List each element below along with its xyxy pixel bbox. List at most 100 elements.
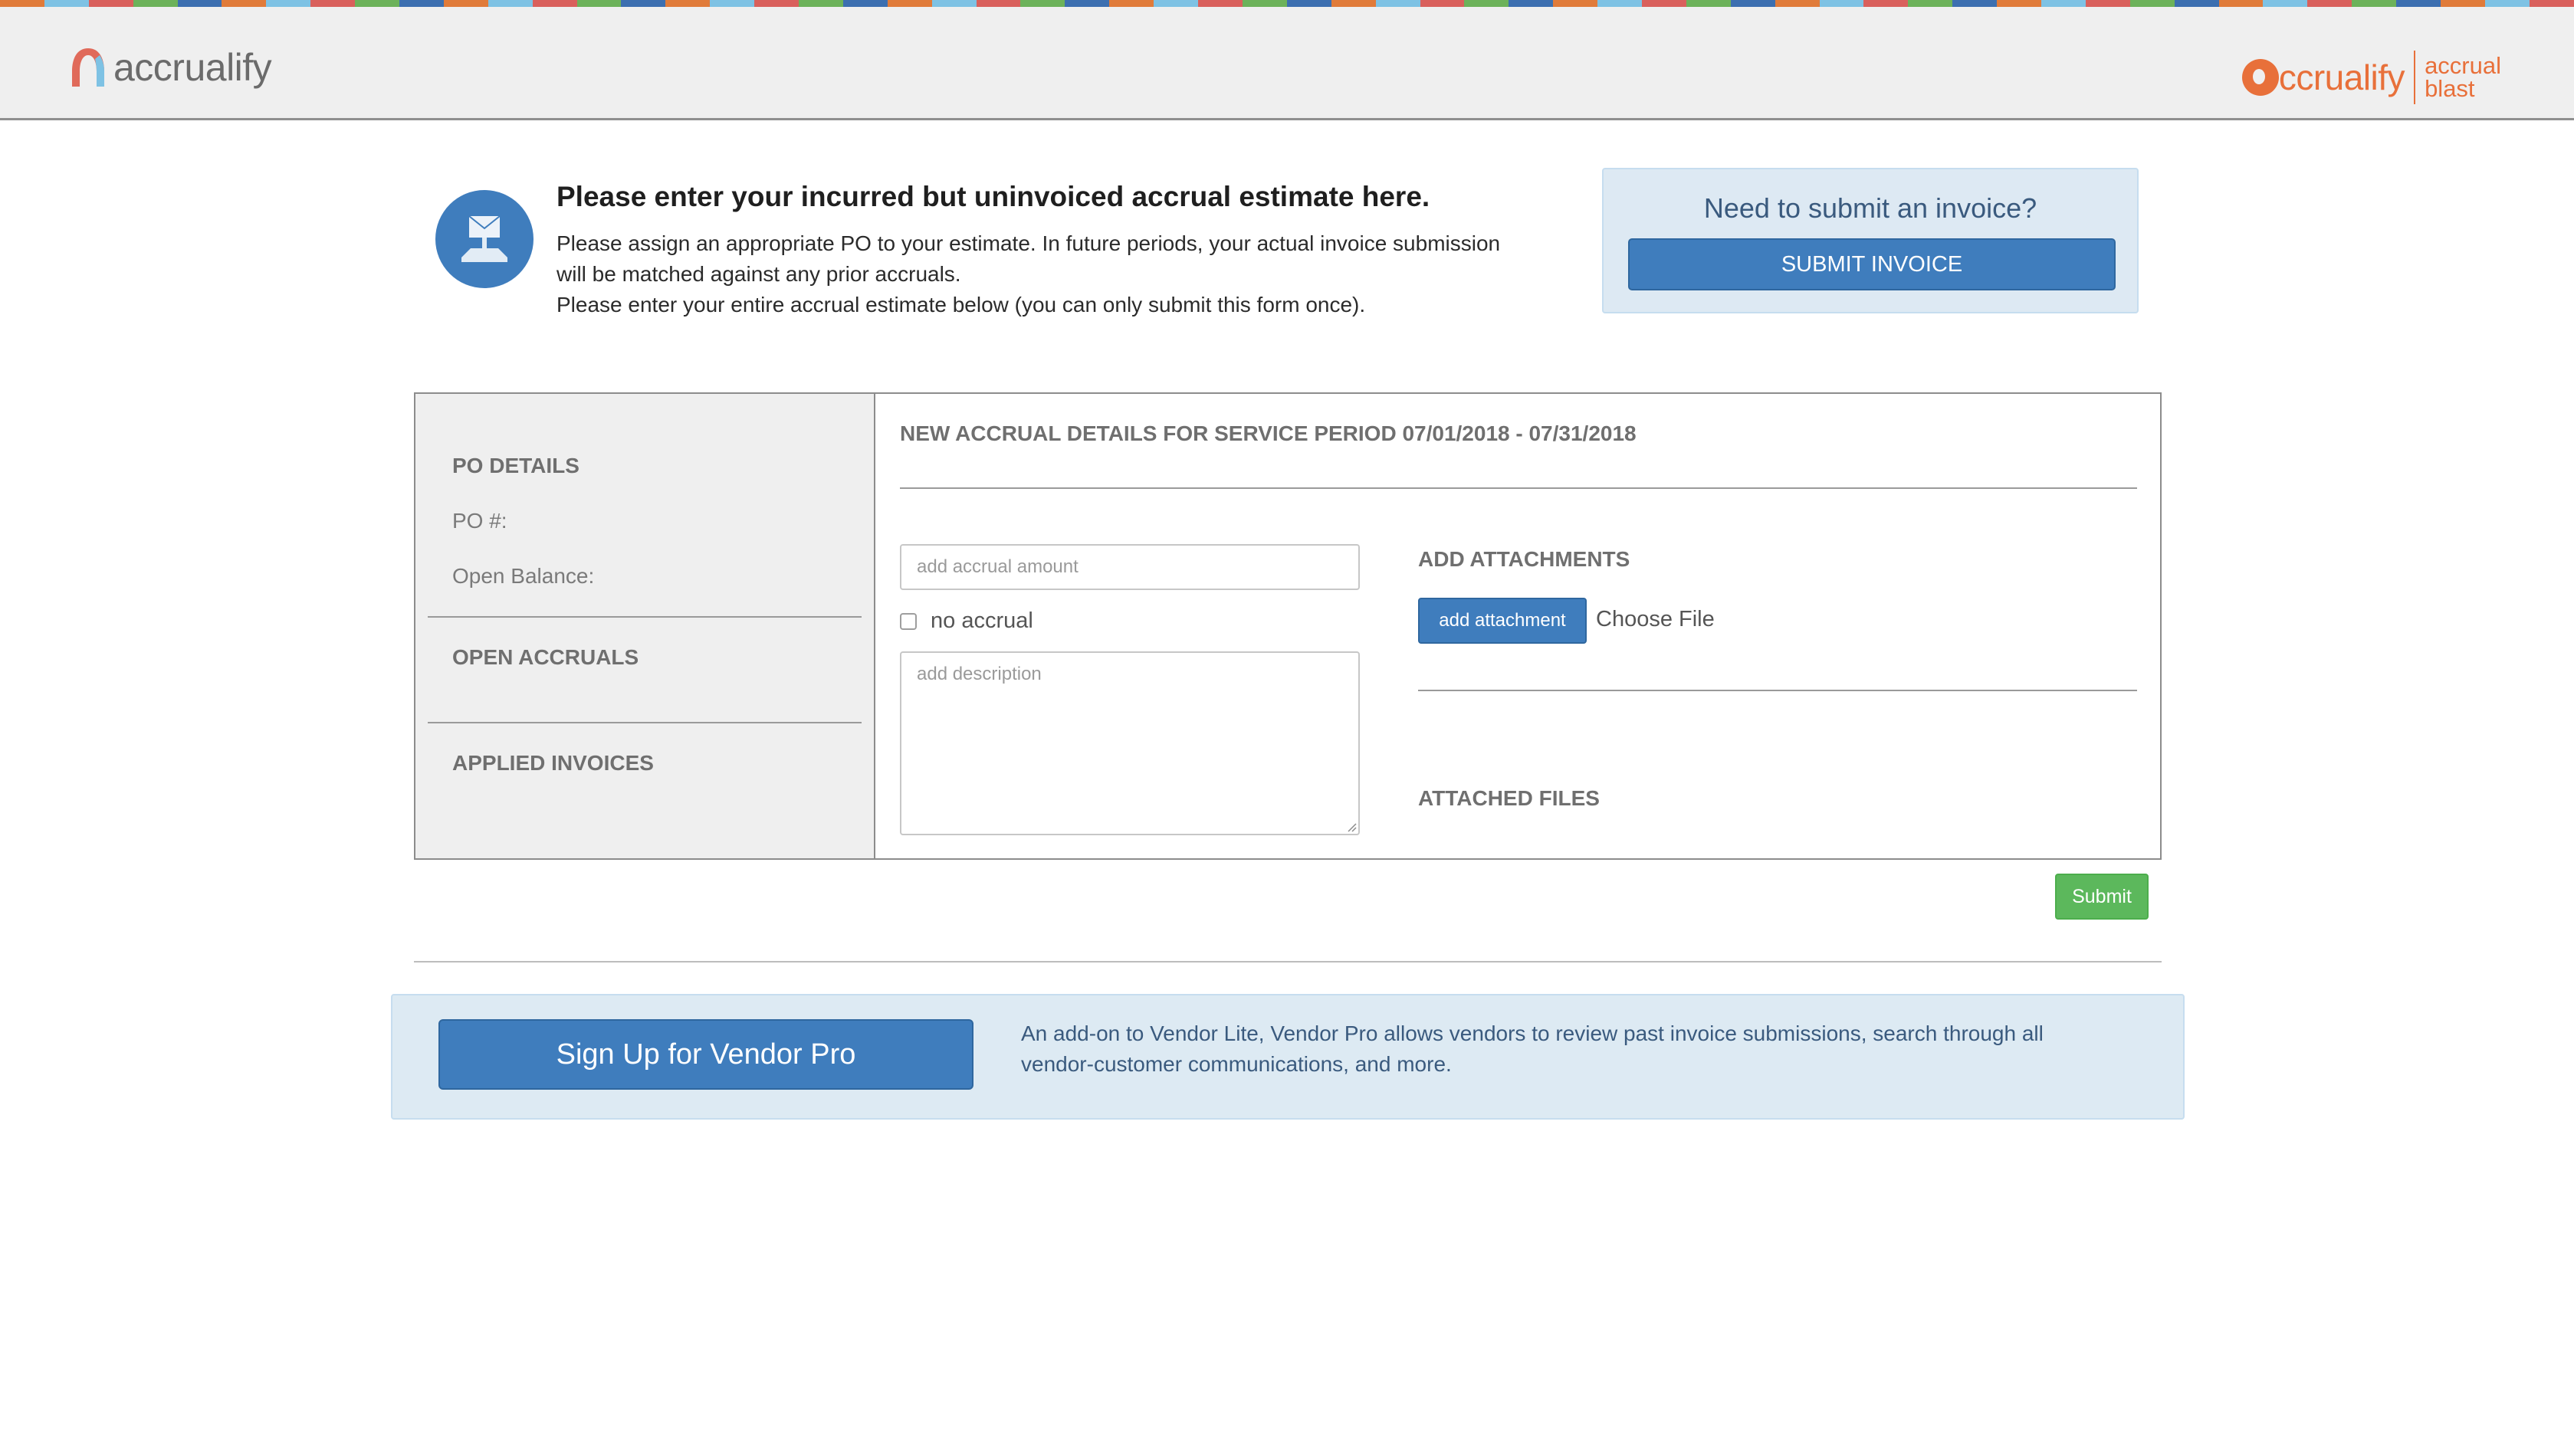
stripe-segment [1020, 0, 1065, 7]
accrualify-logo[interactable]: accrualify [67, 42, 272, 93]
stripe-segment [2529, 0, 2574, 7]
brand-divider [2414, 51, 2416, 104]
po-sidebar: PO DETAILS PO #: Open Balance: OPEN ACCR… [415, 394, 875, 858]
stripe-segment [1686, 0, 1731, 7]
stripe-segment [2218, 0, 2264, 7]
stripe-segment [2129, 0, 2175, 7]
divider [428, 616, 862, 618]
stripe-segment [1154, 0, 1199, 7]
stripe-segment [266, 0, 311, 7]
divider [414, 961, 2162, 962]
stripe-segment [44, 0, 89, 7]
stripe-segment [1730, 0, 1775, 7]
stripe-segment [2307, 0, 2352, 7]
submit-button[interactable]: Submit [2055, 874, 2149, 920]
accrual-blast-logo: ccrualify accrual blast [2241, 47, 2501, 108]
stripe-segment [1375, 0, 1420, 7]
promo-text-line: An add-on to Vendor Lite, Vendor Pro all… [1021, 1021, 2044, 1045]
stripe-segment [222, 0, 267, 7]
applied-invoices-heading: APPLIED INVOICES [452, 751, 654, 775]
stripe-segment [1464, 0, 1509, 7]
divider [900, 487, 2137, 489]
stripe-segment [532, 0, 577, 7]
stripe-segment [399, 0, 444, 7]
stripe-segment [1509, 0, 1554, 7]
description-textarea[interactable] [900, 651, 1360, 835]
intro-text-line: Please assign an appropriate PO to your … [556, 231, 1501, 255]
product-name: accrual blast [2425, 54, 2501, 100]
no-accrual-checkbox[interactable] [900, 612, 917, 630]
no-accrual-option[interactable]: no accrual [900, 608, 1033, 634]
envelope-upload-icon [435, 190, 534, 288]
stripe-segment [2040, 0, 2086, 7]
stripe-segment [0, 0, 44, 7]
service-period-heading: NEW ACCRUAL DETAILS FOR SERVICE PERIOD 0… [900, 421, 1637, 445]
stripe-segment [443, 0, 488, 7]
add-attachment-button[interactable]: add attachment [1418, 598, 1587, 644]
stripe-segment [799, 0, 843, 7]
stripe-segment [1863, 0, 1909, 7]
stripe-segment [1775, 0, 1820, 7]
header-bar: accrualify ccrualify accrual blast [0, 7, 2574, 120]
stripe-segment [1198, 0, 1243, 7]
accrual-amount-input[interactable] [900, 544, 1360, 590]
vendor-pro-promo: Sign Up for Vendor Pro An add-on to Vend… [391, 994, 2185, 1120]
stripe-segment [1420, 0, 1465, 7]
stripe-segment [1819, 0, 1864, 7]
stripe-segment [1997, 0, 2041, 7]
stripe-segment [842, 0, 888, 7]
open-accruals-heading: OPEN ACCRUALS [452, 645, 639, 669]
no-accrual-label: no accrual [931, 608, 1033, 633]
stripe-segment [2440, 0, 2485, 7]
intro-text-line: will be matched against any prior accrua… [556, 262, 961, 286]
stripe-segment [1553, 0, 1598, 7]
stripe-segment [976, 0, 1021, 7]
stripe-segment [621, 0, 666, 7]
promo-text-line: vendor-customer communications, and more… [1021, 1052, 1452, 1076]
stripe-segment [1952, 0, 1998, 7]
submit-invoice-panel: Need to submit an invoice? SUBMIT INVOIC… [1602, 168, 2139, 313]
accrual-details-section: NEW ACCRUAL DETAILS FOR SERVICE PERIOD 0… [875, 394, 2160, 858]
stripe-segment [1641, 0, 1686, 7]
stripe-segment [710, 0, 755, 7]
brand-name-left: accrualify [113, 46, 272, 89]
stripe-segment [2174, 0, 2219, 7]
attached-files-heading: ATTACHED FILES [1418, 786, 1600, 810]
stripe-segment [1109, 0, 1154, 7]
choose-file-label[interactable]: Choose File [1596, 607, 1715, 632]
stripe-segment [488, 0, 533, 7]
sign-up-vendor-pro-button[interactable]: Sign Up for Vendor Pro [438, 1019, 973, 1090]
accrual-form-panel: PO DETAILS PO #: Open Balance: OPEN ACCR… [414, 392, 2162, 860]
stripe-segment [2352, 0, 2397, 7]
open-balance-label: Open Balance: [452, 564, 595, 588]
stripe-segment [177, 0, 222, 7]
add-attachments-heading: ADD ATTACHMENTS [1418, 547, 1630, 571]
stripe-segment [1908, 0, 1953, 7]
stripe-segment [665, 0, 711, 7]
stripe-segment [576, 0, 622, 7]
resize-handle-icon[interactable] [1346, 821, 1357, 832]
stripe-segment [2396, 0, 2441, 7]
accrualify-orange-icon [2241, 59, 2279, 96]
stripe-segment [355, 0, 400, 7]
submit-invoice-prompt: Need to submit an invoice? [1703, 192, 2037, 224]
stripe-segment [1242, 0, 1287, 7]
stripe-segment [88, 0, 133, 7]
top-color-stripe [0, 0, 2574, 7]
stripe-segment [1065, 0, 1110, 7]
stripe-segment [310, 0, 356, 7]
stripe-segment [1331, 0, 1376, 7]
divider [1418, 690, 2137, 691]
intro-text-line: Please enter your entire accrual estimat… [556, 293, 1366, 316]
po-number-label: PO #: [452, 509, 507, 533]
submit-invoice-button[interactable]: SUBMIT INVOICE [1628, 238, 2116, 290]
stripe-segment [2085, 0, 2130, 7]
brand-name-right: ccrualify [2278, 57, 2405, 97]
intro-title: Please enter your incurred but uninvoice… [556, 181, 1430, 212]
accrualify-logo-icon [67, 44, 109, 91]
stripe-segment [2263, 0, 2308, 7]
stripe-segment [931, 0, 977, 7]
stripe-segment [2484, 0, 2530, 7]
stripe-segment [133, 0, 178, 7]
product-name-line-2: blast [2425, 75, 2475, 102]
